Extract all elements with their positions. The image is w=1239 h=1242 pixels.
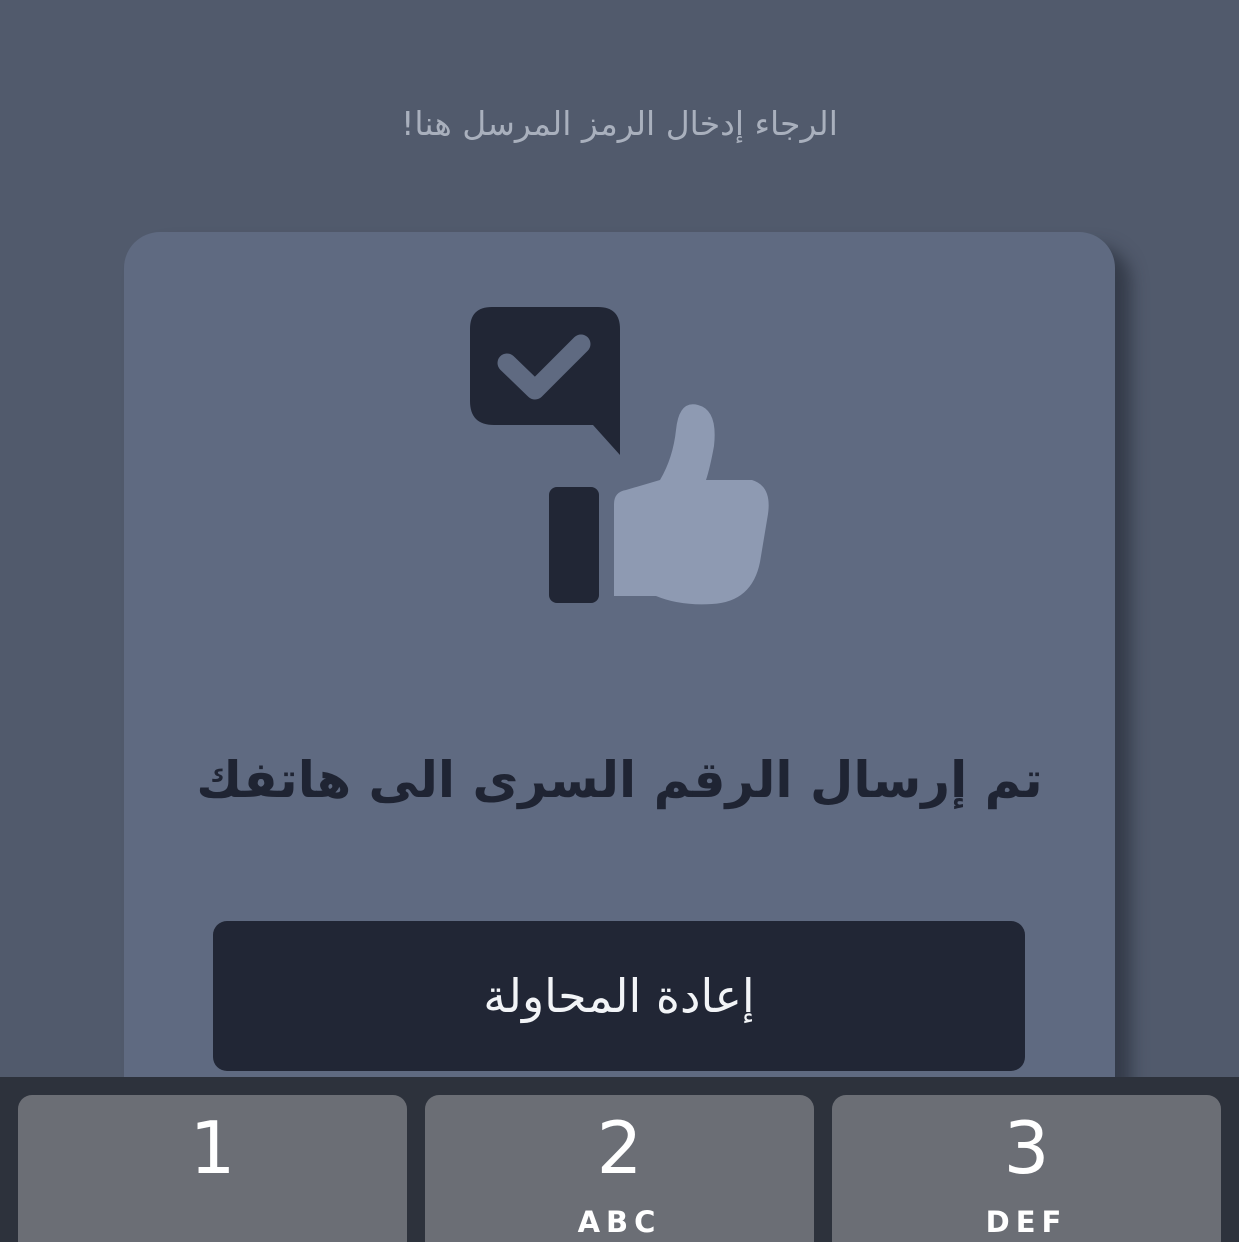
key-1[interactable]: 1 <box>18 1095 407 1242</box>
code-entry-hint: الرجاء إدخال الرمز المرسل هنا! <box>401 104 838 143</box>
key-digit: 2 <box>596 1106 643 1190</box>
key-3[interactable]: 3 DEF <box>832 1095 1221 1242</box>
retry-button[interactable]: إعادة المحاولة <box>213 921 1025 1071</box>
pin-sent-title: تم إرسال الرقم السرى الى هاتفك <box>196 751 1043 809</box>
thumbs-up-icon <box>614 404 769 605</box>
key-2[interactable]: 2 ABC <box>425 1095 814 1242</box>
key-letters: DEF <box>985 1205 1068 1239</box>
sleeve-icon <box>549 487 599 603</box>
thumbs-up-with-check-bubble-icon <box>470 307 769 605</box>
key-digit: 3 <box>1003 1106 1050 1190</box>
speech-bubble-icon <box>470 307 620 455</box>
numeric-keypad: 1 2 ABC 3 DEF <box>0 1077 1239 1242</box>
key-digit: 1 <box>189 1106 236 1190</box>
screen: الرجاء إدخال الرمز المرسل هنا! تم إرسال … <box>0 0 1239 1242</box>
key-letters: ABC <box>577 1205 662 1239</box>
